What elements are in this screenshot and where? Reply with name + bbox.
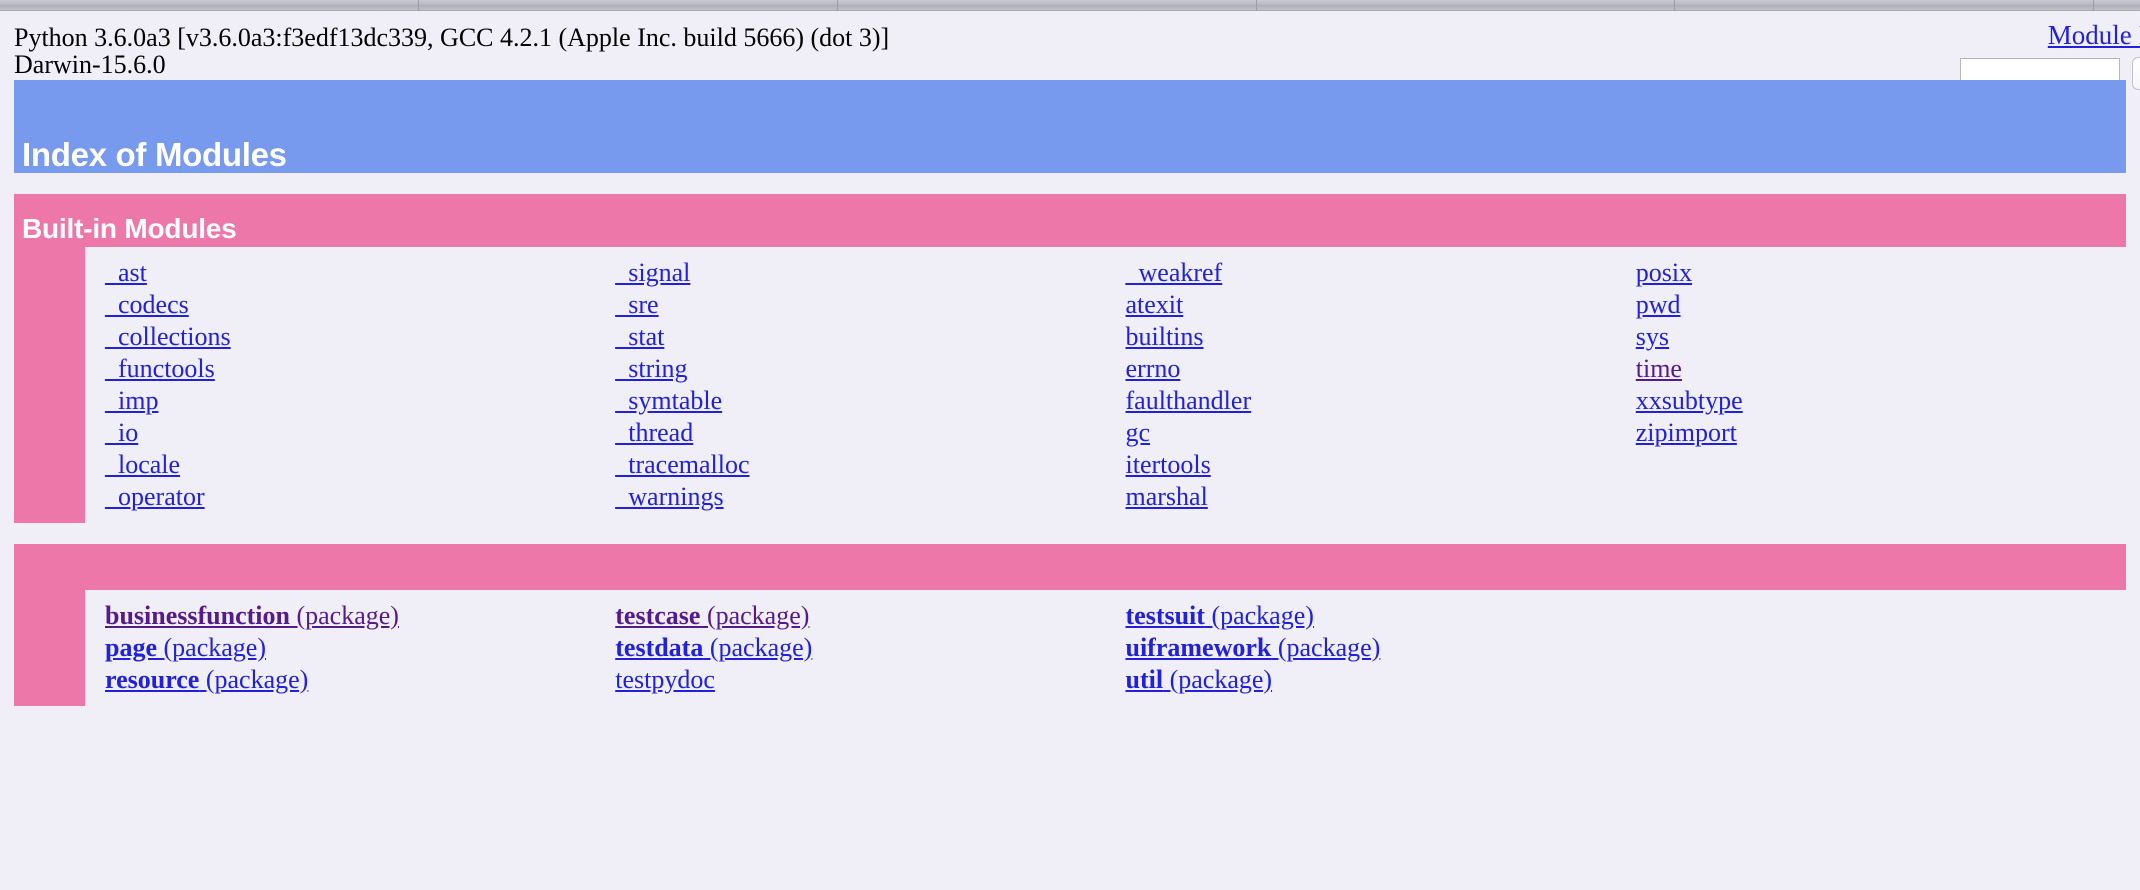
chrome-tick-0 bbox=[418, 0, 419, 11]
chrome-tick-3 bbox=[1674, 0, 1675, 11]
module-link[interactable]: _tracemalloc bbox=[615, 449, 1105, 481]
section-body: businessfunction (package) page (package)… bbox=[85, 589, 2126, 706]
module-column: testsuit (package) uiframework (package) u… bbox=[1106, 600, 1616, 696]
package-name: resource bbox=[105, 664, 200, 694]
module-link[interactable]: _operator bbox=[105, 481, 595, 513]
section-heading bbox=[14, 544, 2126, 590]
module-link[interactable]: _signal bbox=[615, 257, 1105, 289]
package-suffix: (package) bbox=[1163, 664, 1273, 694]
module-column-row: businessfunction (package) page (package)… bbox=[85, 600, 2126, 696]
package-name: util bbox=[1125, 664, 1164, 694]
module-link[interactable]: pwd bbox=[1636, 289, 2126, 321]
interpreter-info: Python 3.6.0a3 [v3.6.0a3:f3edf13dc339, G… bbox=[14, 24, 889, 78]
module-column-table: _ast _codecs _collections _functools _imp _io… bbox=[85, 257, 2126, 513]
module-column: businessfunction (package) page (package)… bbox=[85, 600, 595, 696]
module-link[interactable]: faulthandler bbox=[1126, 385, 1616, 417]
package-name: testdata bbox=[615, 632, 704, 662]
module-column: _signal _sre _stat _string _symtable _thread _… bbox=[595, 257, 1105, 513]
package-name: page bbox=[105, 632, 157, 662]
package-name: testsuit bbox=[1125, 600, 1205, 630]
package-link[interactable]: businessfunction (package) bbox=[105, 600, 595, 632]
module-column-table: businessfunction (package) page (package)… bbox=[85, 600, 2126, 696]
package-link[interactable]: util (package) bbox=[1126, 664, 1616, 696]
module-sections: Built-in Modules _ast _codecs _collections _… bbox=[0, 194, 2140, 706]
package-suffix: (package) bbox=[700, 600, 810, 630]
module-link[interactable]: _symtable bbox=[615, 385, 1105, 417]
package-name: testpydoc bbox=[615, 664, 715, 694]
package-link[interactable]: testcase (package) bbox=[615, 600, 1105, 632]
pydoc-page: Python 3.6.0a3 [v3.6.0a3:f3edf13dc339, G… bbox=[0, 12, 2140, 706]
chrome-tick-2 bbox=[1256, 0, 1257, 11]
package-link[interactable]: testdata (package) bbox=[615, 632, 1105, 664]
module-link[interactable]: _locale bbox=[105, 449, 595, 481]
module-link[interactable]: xxsubtype bbox=[1636, 385, 2126, 417]
module-link[interactable]: builtins bbox=[1126, 321, 1616, 353]
module-link[interactable]: _string bbox=[615, 353, 1105, 385]
module-link[interactable]: _io bbox=[105, 417, 595, 449]
package-name: testcase bbox=[615, 600, 701, 630]
module-link[interactable]: _thread bbox=[615, 417, 1105, 449]
package-link[interactable]: uiframework (package) bbox=[1126, 632, 1616, 664]
page-header: Python 3.6.0a3 [v3.6.0a3:f3edf13dc339, G… bbox=[0, 12, 2140, 90]
module-link[interactable]: _functools bbox=[105, 353, 595, 385]
module-link[interactable]: gc bbox=[1126, 417, 1616, 449]
module-link[interactable]: atexit bbox=[1126, 289, 1616, 321]
module-index-link[interactable]: Module Index bbox=[2048, 20, 2140, 51]
module-link[interactable]: _weakref bbox=[1126, 257, 1616, 289]
package-suffix: (package) bbox=[1271, 632, 1381, 662]
module-column-row: _ast _codecs _collections _functools _imp _io… bbox=[85, 257, 2126, 513]
chrome-tick-1 bbox=[837, 0, 838, 11]
module-link[interactable]: itertools bbox=[1126, 449, 1616, 481]
module-link[interactable]: marshal bbox=[1126, 481, 1616, 513]
module-link[interactable]: _stat bbox=[615, 321, 1105, 353]
module-link[interactable]: _sre bbox=[615, 289, 1105, 321]
module-link[interactable]: _collections bbox=[105, 321, 595, 353]
package-link[interactable]: testsuit (package) bbox=[1126, 600, 1616, 632]
package-link[interactable]: testpydoc bbox=[615, 664, 1105, 696]
index-title-banner: Index of Modules bbox=[14, 80, 2126, 173]
module-section: businessfunction (package) page (package)… bbox=[14, 543, 2126, 706]
package-suffix: (package) bbox=[199, 664, 309, 694]
module-link[interactable]: sys bbox=[1636, 321, 2126, 353]
module-column: posix pwd sys time xxsubtype zipimport bbox=[1616, 257, 2126, 513]
module-link[interactable]: posix bbox=[1636, 257, 2126, 289]
module-link[interactable]: _ast bbox=[105, 257, 595, 289]
window-chrome-strip bbox=[0, 0, 2140, 11]
module-column: _ast _codecs _collections _functools _imp _io… bbox=[85, 257, 595, 513]
package-link[interactable]: page (package) bbox=[105, 632, 595, 664]
package-suffix: (package) bbox=[289, 600, 399, 630]
module-link[interactable]: _imp bbox=[105, 385, 595, 417]
package-suffix: (package) bbox=[703, 632, 813, 662]
platform-line: Darwin-15.6.0 bbox=[14, 50, 166, 80]
page-title: Index of Modules bbox=[22, 136, 287, 173]
module-column bbox=[1616, 600, 2126, 696]
module-link[interactable]: zipimport bbox=[1636, 417, 2126, 449]
module-section: Built-in Modules _ast _codecs _collections _… bbox=[14, 194, 2126, 523]
module-link[interactable]: _warnings bbox=[615, 481, 1105, 513]
package-link[interactable]: resource (package) bbox=[105, 664, 595, 696]
package-suffix: (package) bbox=[157, 632, 266, 662]
module-link[interactable]: errno bbox=[1126, 353, 1616, 385]
chrome-tick-4 bbox=[2093, 0, 2094, 11]
package-name: businessfunction bbox=[105, 600, 290, 630]
module-link[interactable]: _codecs bbox=[105, 289, 595, 321]
section-heading: Built-in Modules bbox=[22, 213, 237, 244]
module-column: _weakref atexit builtins errno faulthandler g… bbox=[1106, 257, 1616, 513]
module-column: testcase (package) testdata (package) test… bbox=[595, 600, 1105, 696]
section-body: _ast _codecs _collections _functools _imp _io… bbox=[85, 246, 2126, 523]
package-name: uiframework bbox=[1125, 632, 1272, 662]
get-button[interactable]: Get bbox=[2132, 57, 2140, 90]
module-link[interactable]: time bbox=[1636, 353, 2126, 385]
package-suffix: (package) bbox=[1204, 600, 1314, 630]
interpreter-version-line: Python 3.6.0a3 [v3.6.0a3:f3edf13dc339, G… bbox=[14, 23, 890, 52]
